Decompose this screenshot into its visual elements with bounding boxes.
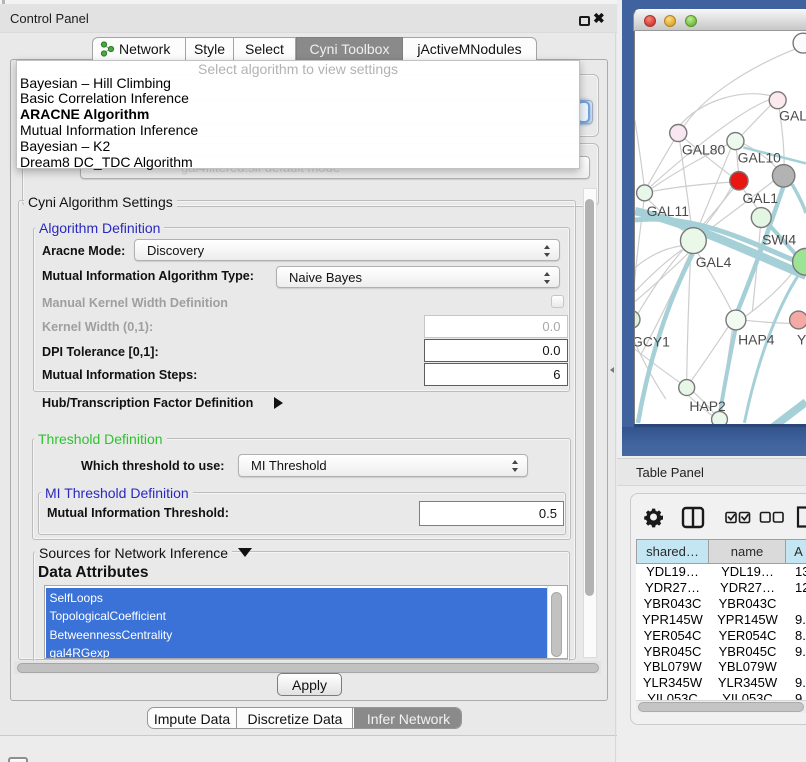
svg-text:GAL7: GAL7 — [779, 108, 806, 124]
svg-text:HAP4: HAP4 — [738, 331, 775, 347]
svg-text:GAL10: GAL10 — [738, 149, 782, 165]
svg-text:HAP2: HAP2 — [689, 398, 726, 414]
svg-text:SWI4: SWI4 — [762, 231, 796, 247]
svg-text:Y: Y — [797, 331, 806, 347]
svg-text:GAL4: GAL4 — [696, 254, 732, 270]
svg-text:GAL11: GAL11 — [647, 203, 690, 219]
svg-text:GAL80: GAL80 — [682, 141, 726, 157]
svg-text:GAL1: GAL1 — [742, 190, 778, 206]
svg-text:GCY1: GCY1 — [634, 333, 670, 349]
